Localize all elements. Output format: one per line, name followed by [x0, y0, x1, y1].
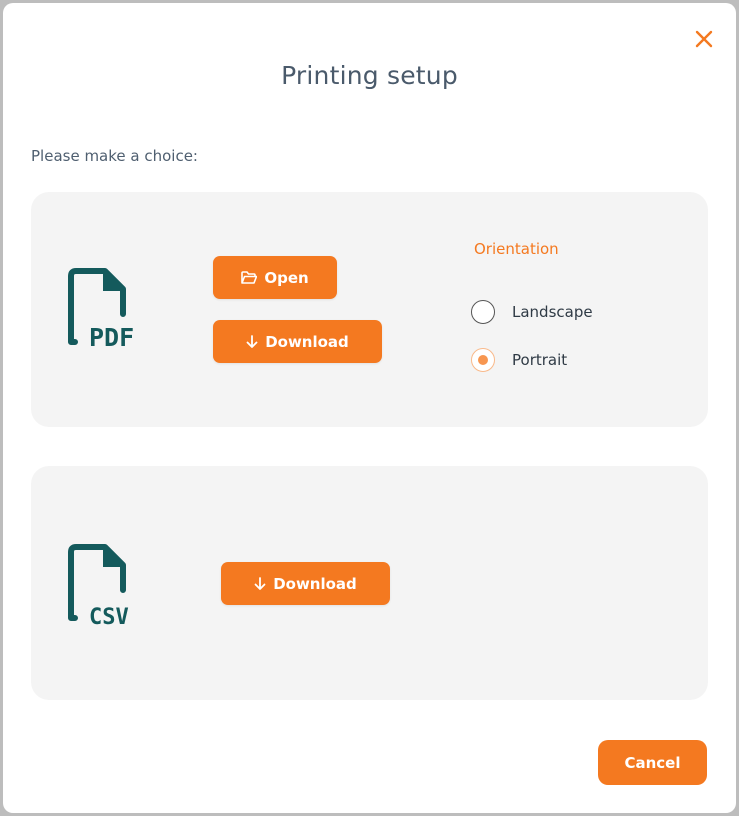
download-icon — [246, 334, 258, 348]
download-icon — [254, 576, 266, 590]
radio-portrait-control[interactable] — [471, 348, 495, 372]
pdf-file-icon: PDF — [68, 268, 134, 352]
radio-portrait[interactable]: Portrait — [471, 348, 567, 372]
radio-landscape-label: Landscape — [512, 303, 593, 321]
pdf-file-type-label: PDF — [89, 323, 134, 352]
download-pdf-label: Download — [265, 332, 349, 351]
orientation-label: Orientation — [474, 240, 559, 258]
download-pdf-button[interactable]: Download — [213, 320, 382, 363]
csv-file-type-label: CSV — [89, 605, 129, 628]
close-icon — [695, 30, 713, 48]
radio-landscape-control[interactable] — [471, 300, 495, 324]
download-csv-button[interactable]: Download — [221, 562, 390, 605]
csv-panel: CSV Download — [31, 466, 708, 700]
download-csv-label: Download — [273, 574, 357, 593]
open-pdf-button[interactable]: Open — [213, 256, 337, 299]
dialog-title: Printing setup — [281, 61, 458, 90]
open-button-label: Open — [264, 268, 309, 287]
cancel-button[interactable]: Cancel — [598, 740, 707, 785]
pdf-panel: PDF Open Download Orientation Landscape … — [31, 192, 708, 427]
radio-portrait-label: Portrait — [512, 351, 568, 369]
printing-setup-dialog: Printing setup Please make a choice: PDF… — [3, 3, 736, 813]
close-button[interactable] — [690, 25, 718, 53]
dialog-subtitle: Please make a choice: — [31, 147, 198, 165]
radio-landscape[interactable]: Landscape — [471, 300, 593, 324]
folder-open-icon — [241, 271, 258, 284]
radio-selected-dot — [477, 354, 488, 365]
csv-file-icon: CSV — [68, 544, 129, 628]
